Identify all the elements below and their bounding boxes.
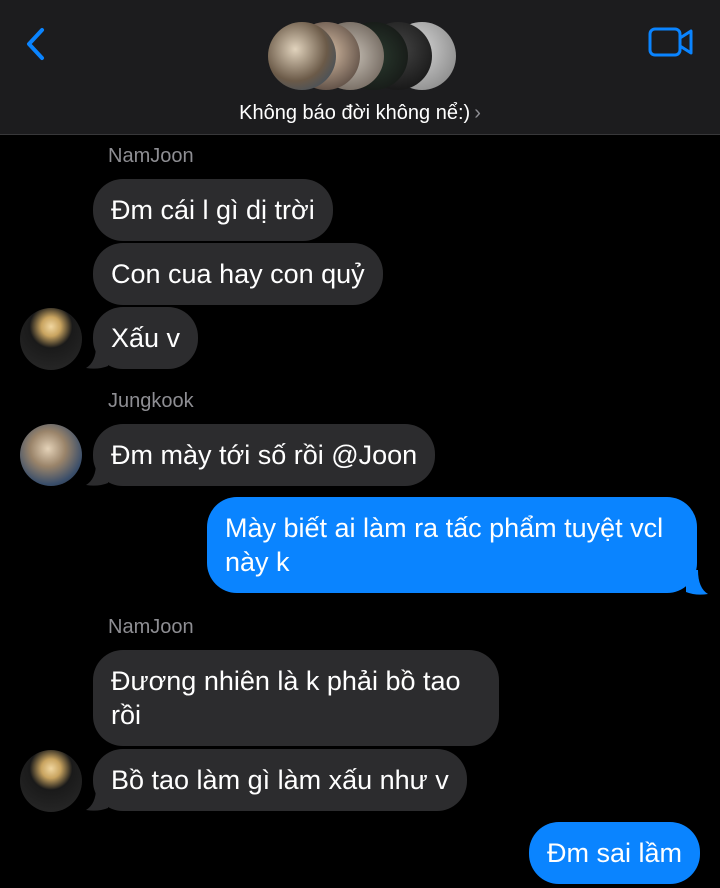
group-name-link[interactable]: Không báo đời không nể:) › bbox=[0, 102, 720, 125]
message-text: Xấu v bbox=[111, 323, 181, 353]
sender-name: Jungkook bbox=[108, 390, 194, 412]
message-bubble-incoming[interactable]: Con cua hay con quỷ bbox=[93, 243, 383, 305]
sender-name: NamJoon bbox=[108, 616, 194, 638]
bubble-tail bbox=[86, 788, 108, 811]
conversation-header: Không báo đời không nể:) › bbox=[0, 0, 720, 135]
message-text: Đm sai lầm bbox=[547, 838, 683, 868]
message-text: Đm cái l gì dị trời bbox=[111, 195, 315, 225]
message-bubble-outgoing[interactable]: Mày biết ai làm ra tấc phẩm tuyệt vcl nà… bbox=[207, 497, 697, 593]
bubble-tail bbox=[86, 346, 108, 369]
bubble-tail bbox=[86, 463, 108, 486]
message-bubble-incoming[interactable]: Đm mày tới số rồi @Joon bbox=[93, 424, 436, 486]
bubble-tail bbox=[686, 570, 708, 595]
video-camera-icon bbox=[648, 27, 693, 57]
back-button[interactable] bbox=[22, 26, 52, 62]
group-avatar-stack[interactable] bbox=[268, 22, 458, 92]
sender-avatar[interactable] bbox=[20, 424, 82, 486]
message-bubble-incoming[interactable]: Xấu v bbox=[93, 307, 199, 369]
message-text: Bồ tao làm gì làm xấu như v bbox=[111, 765, 449, 795]
message-bubble-incoming[interactable]: Đương nhiên là k phải bồ tao rồi bbox=[93, 650, 499, 746]
message-bubble-incoming[interactable]: Đm cái l gì dị trời bbox=[93, 179, 333, 241]
message-text: Mày biết ai làm ra tấc phẩm tuyệt vcl nà… bbox=[225, 513, 664, 577]
message-text: Đm mày tới số rồi @Joon bbox=[111, 440, 418, 470]
sender-name: NamJoon bbox=[108, 145, 194, 167]
message-text: Con cua hay con quỷ bbox=[111, 259, 365, 289]
group-name: Không báo đời không nể:) bbox=[239, 102, 471, 124]
group-member-avatar bbox=[268, 22, 336, 90]
sender-avatar[interactable] bbox=[20, 750, 82, 812]
sender-avatar[interactable] bbox=[20, 308, 82, 370]
message-bubble-outgoing[interactable]: Đm sai lầm bbox=[529, 822, 701, 884]
message-bubble-incoming[interactable]: Bồ tao làm gì làm xấu như v bbox=[93, 749, 467, 811]
message-text: Đương nhiên là k phải bồ tao rồi bbox=[111, 666, 461, 730]
chevron-left-icon bbox=[27, 28, 44, 60]
video-call-button[interactable] bbox=[648, 26, 694, 58]
chevron-right-icon: › bbox=[474, 102, 481, 124]
